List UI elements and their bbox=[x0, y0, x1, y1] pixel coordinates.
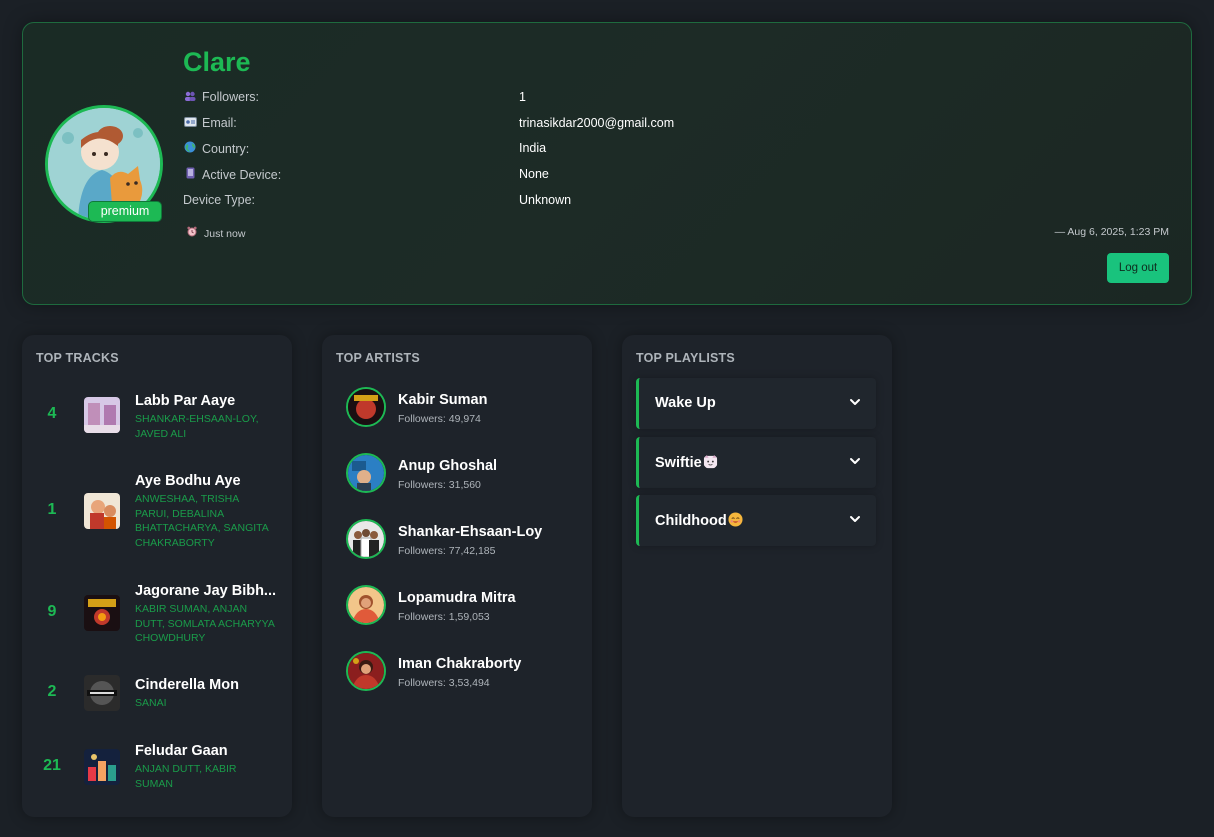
artist-name: Shankar-Ehsaan-Loy bbox=[398, 524, 543, 540]
artist-avatar bbox=[346, 519, 386, 559]
track-title: Aye Bodhu Aye bbox=[135, 473, 241, 489]
artist-followers: Followers: 49,974 bbox=[398, 413, 481, 425]
email-label-wrap: Email: bbox=[183, 116, 237, 130]
avatar-wrap: premium bbox=[45, 105, 163, 223]
track-artists: SANAI bbox=[135, 697, 167, 709]
playlist-item[interactable]: Wake Up bbox=[636, 378, 876, 429]
globe-icon bbox=[183, 141, 197, 156]
device-icon bbox=[183, 167, 197, 182]
device-type-label: Device Type: bbox=[183, 193, 256, 207]
track-title: Labb Par Aaye bbox=[135, 393, 236, 409]
track-artists: ANJAN DUTT, KABIR SUMAN bbox=[135, 763, 237, 790]
email-value: trinasikdar2000@gmail.com bbox=[519, 116, 675, 130]
artist-item[interactable]: Anup Ghoshal Followers: 31,560 bbox=[322, 453, 592, 497]
artist-name: Lopamudra Mitra bbox=[398, 590, 516, 606]
track-rank: 2 bbox=[47, 683, 57, 700]
top-playlists-panel: TOP PLAYLISTS Wake Up Swiftie Childhood bbox=[622, 335, 892, 817]
top-tracks-title: TOP TRACKS bbox=[36, 351, 119, 365]
device-type-value: Unknown bbox=[519, 193, 572, 207]
playlist-item[interactable]: Swiftie bbox=[636, 437, 876, 488]
playlist-name: Childhood bbox=[655, 512, 743, 529]
playlist-name: Wake Up bbox=[655, 395, 716, 411]
smiling-face-emoji-icon bbox=[728, 512, 743, 527]
user-name: Clare bbox=[183, 47, 251, 77]
top-tracks-panel: TOP TRACKS 4 Labb Par Aaye SHANKAR-EHSAA… bbox=[22, 335, 292, 817]
artist-item[interactable]: Iman Chakraborty Followers: 3,53,494 bbox=[322, 651, 592, 695]
active-device-label-wrap: Active Device: bbox=[183, 167, 281, 182]
track-artwork bbox=[84, 595, 120, 631]
artist-followers: Followers: 31,560 bbox=[398, 479, 481, 491]
active-device-value: None bbox=[519, 167, 549, 181]
playlist-name-text: Childhood bbox=[655, 513, 727, 529]
country-label: Country: bbox=[202, 142, 250, 156]
track-artwork bbox=[84, 397, 120, 433]
artist-followers: Followers: 1,59,053 bbox=[398, 611, 490, 623]
track-rank: 9 bbox=[47, 603, 57, 620]
artist-name: Kabir Suman bbox=[398, 392, 488, 408]
chevron-down-icon[interactable] bbox=[848, 395, 862, 409]
people-icon bbox=[183, 91, 197, 104]
time-ago: Just now bbox=[204, 228, 246, 240]
id-card-icon bbox=[183, 117, 197, 130]
track-rank: 1 bbox=[47, 501, 57, 518]
artist-item[interactable]: Kabir Suman Followers: 49,974 bbox=[322, 387, 592, 431]
artist-name: Iman Chakraborty bbox=[398, 656, 522, 672]
country-value: India bbox=[519, 141, 547, 155]
chevron-down-icon[interactable] bbox=[848, 512, 862, 526]
artist-avatar bbox=[346, 387, 386, 427]
premium-badge: premium bbox=[88, 201, 162, 222]
artist-avatar bbox=[346, 651, 386, 691]
playlist-name: Swiftie bbox=[655, 454, 718, 471]
followers-label: Followers: bbox=[202, 90, 259, 104]
logout-button[interactable]: Log out bbox=[1107, 253, 1169, 283]
followers-value: 1 bbox=[519, 90, 526, 104]
track-title: Cinderella Mon bbox=[135, 677, 239, 693]
track-artwork bbox=[84, 749, 120, 785]
top-playlists-title: TOP PLAYLISTS bbox=[636, 351, 735, 365]
track-artwork bbox=[84, 493, 120, 529]
artist-avatar bbox=[346, 585, 386, 625]
profile-card: premium Clare Followers: 1 Email: trinas… bbox=[22, 22, 1192, 305]
playlist-name-text: Swiftie bbox=[655, 455, 702, 471]
track-rank: 4 bbox=[47, 405, 57, 422]
artist-name: Anup Ghoshal bbox=[398, 458, 498, 474]
track-artists: SHANKAR-EHSAAN-LOY, JAVED ALI bbox=[135, 413, 259, 440]
track-rank: 21 bbox=[43, 757, 61, 774]
last-updated: Just now bbox=[185, 226, 245, 240]
artist-avatar bbox=[346, 453, 386, 493]
artist-item[interactable]: Lopamudra Mitra Followers: 1,59,053 bbox=[322, 585, 592, 629]
active-device-label: Active Device: bbox=[202, 168, 282, 182]
chevron-down-icon[interactable] bbox=[848, 454, 862, 468]
track-artists: KABIR SUMAN, ANJAN DUTT, SOMLATA ACHARYY… bbox=[135, 603, 275, 644]
track-title: Jagorane Jay Bibh... bbox=[135, 583, 277, 599]
followers-label-wrap: Followers: bbox=[183, 90, 259, 104]
top-artists-panel: TOP ARTISTS Kabir Suman Followers: 49,97… bbox=[322, 335, 592, 817]
track-artwork bbox=[84, 675, 120, 711]
email-label: Email: bbox=[202, 116, 237, 130]
cat-face-emoji-icon bbox=[703, 454, 717, 469]
top-artists-title: TOP ARTISTS bbox=[336, 351, 420, 365]
playlist-name-text: Wake Up bbox=[655, 395, 716, 411]
playlist-item[interactable]: Childhood bbox=[636, 495, 876, 546]
artist-followers: Followers: 3,53,494 bbox=[398, 677, 490, 689]
artist-item[interactable]: Shankar-Ehsaan-Loy Followers: 77,42,185 bbox=[322, 519, 592, 563]
alarm-clock-icon bbox=[185, 226, 199, 240]
artist-followers: Followers: 77,42,185 bbox=[398, 545, 496, 557]
track-title: Feludar Gaan bbox=[135, 743, 228, 759]
country-label-wrap: Country: bbox=[183, 141, 249, 156]
track-artists: ANWESHAA, TRISHA PARUI, DEBALINA BHATTAC… bbox=[135, 493, 269, 549]
timestamp: — Aug 6, 2025, 1:23 PM bbox=[1054, 226, 1169, 238]
